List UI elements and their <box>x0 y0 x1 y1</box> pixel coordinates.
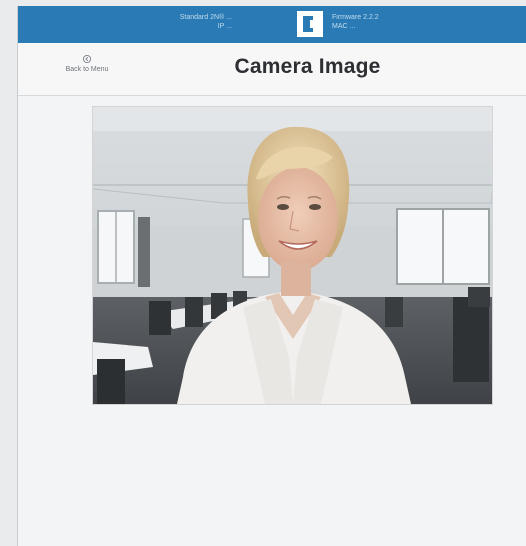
title-bar: Back to Menu Camera Image <box>18 43 526 96</box>
mac-info-line: MAC ... <box>332 23 356 30</box>
app-window: Standard 2N® ... IP ... Firmware 2.2.2 M… <box>17 6 526 546</box>
page-title: Camera Image <box>234 55 381 78</box>
brand-logo-icon <box>297 11 323 37</box>
device-info-line-1: Standard 2N® ... <box>179 14 232 21</box>
device-info-right: Firmware 2.2.2 MAC ... <box>332 13 379 31</box>
device-info-left: Standard 2N® ... IP ... <box>180 13 232 31</box>
camera-image <box>92 106 493 405</box>
device-info-line-2: IP ... <box>217 23 232 30</box>
top-header-bar: Standard 2N® ... IP ... Firmware 2.2.2 M… <box>18 6 526 43</box>
firmware-info-line: Firmware 2.2.2 <box>332 14 379 21</box>
camera-snapshot-drawing <box>93 107 492 404</box>
